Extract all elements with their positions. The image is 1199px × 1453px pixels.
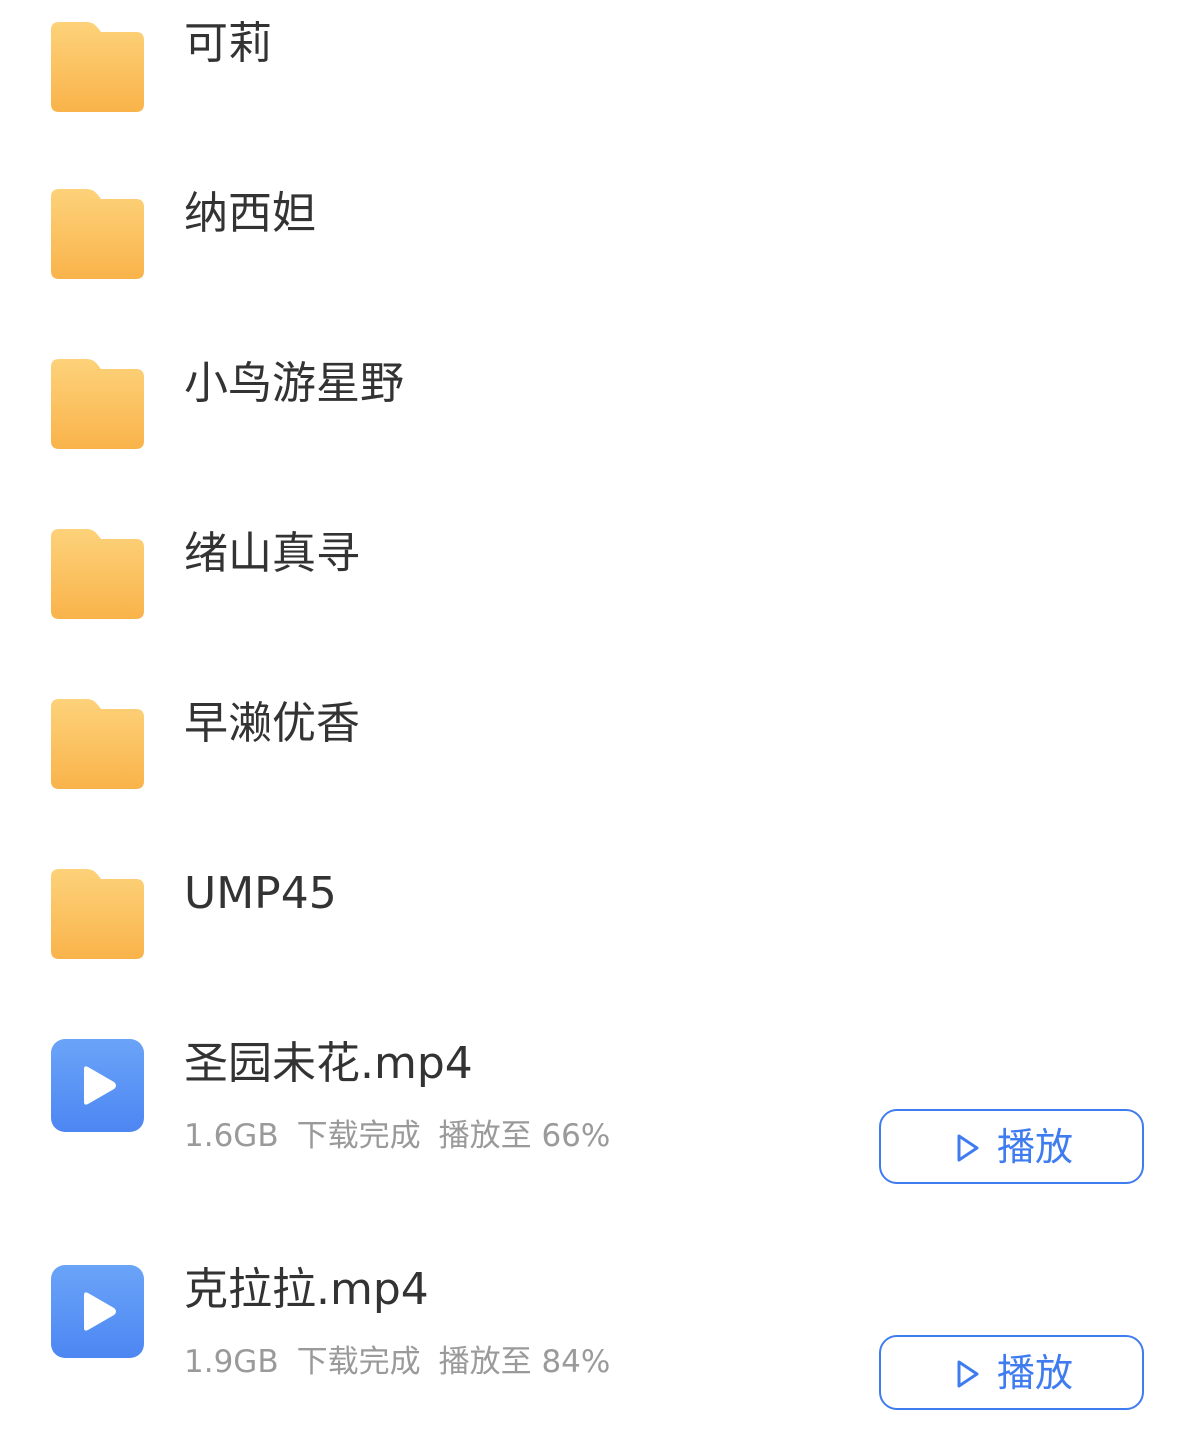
- file-size: 1.9GB: [184, 1344, 279, 1380]
- folder-name: UMP45: [184, 868, 337, 919]
- file-list: 可莉 纳西妲 小鸟游星野 绪山真寻 早濑优香 UMP45 圣园未花.mp4 1.…: [0, 0, 1199, 1453]
- play-icon: [957, 1360, 979, 1388]
- folder-icon: [51, 359, 144, 451]
- video-play-icon: [51, 1265, 144, 1358]
- video-play-icon: [51, 1039, 144, 1132]
- play-progress: 播放至 84%: [438, 1344, 611, 1380]
- folder-name: 纳西妲: [184, 188, 316, 239]
- folder-name: 可莉: [184, 18, 272, 69]
- folder-row[interactable]: 纳西妲: [0, 170, 1199, 340]
- play-button-label: 播放: [997, 1351, 1074, 1395]
- folder-icon: [51, 699, 144, 791]
- file-row[interactable]: 克拉拉.mp4 1.9GB 下载完成 播放至 84% 播放: [0, 1246, 1199, 1453]
- download-status: 下载完成: [296, 1344, 421, 1380]
- file-size: 1.6GB: [184, 1118, 279, 1154]
- folder-row[interactable]: 绪山真寻: [0, 510, 1199, 680]
- folder-icon: [51, 529, 144, 621]
- folder-name: 小鸟游星野: [184, 358, 404, 409]
- file-row[interactable]: 圣园未花.mp4 1.6GB 下载完成 播放至 66% 播放: [0, 1020, 1199, 1246]
- file-meta: 1.9GB 下载完成 播放至 84%: [184, 1342, 628, 1382]
- play-button[interactable]: 播放: [879, 1109, 1144, 1184]
- play-button[interactable]: 播放: [879, 1335, 1144, 1410]
- folder-row[interactable]: 可莉: [0, 0, 1199, 170]
- file-name: 圣园未花.mp4: [184, 1038, 473, 1089]
- file-name: 克拉拉.mp4: [184, 1264, 429, 1315]
- file-meta: 1.6GB 下载完成 播放至 66%: [184, 1116, 628, 1156]
- folder-row[interactable]: 早濑优香: [0, 680, 1199, 850]
- play-icon: [957, 1134, 979, 1162]
- folder-name: 早濑优香: [184, 698, 360, 749]
- folder-row[interactable]: 小鸟游星野: [0, 340, 1199, 510]
- folder-icon: [51, 869, 144, 961]
- play-button-label: 播放: [997, 1125, 1074, 1169]
- folder-icon: [51, 22, 144, 114]
- folder-icon: [51, 189, 144, 281]
- play-progress: 播放至 66%: [438, 1118, 611, 1154]
- folder-row[interactable]: UMP45: [0, 850, 1199, 1020]
- folder-name: 绪山真寻: [184, 528, 360, 579]
- download-status: 下载完成: [296, 1118, 421, 1154]
